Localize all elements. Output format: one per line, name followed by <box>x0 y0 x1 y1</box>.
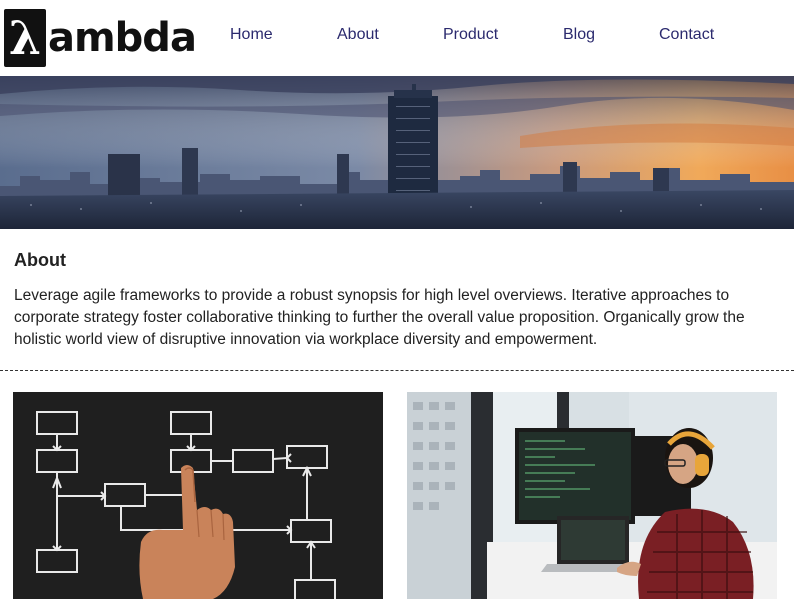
nav-home[interactable]: Home <box>230 26 273 44</box>
flowchart-hand-image <box>13 392 383 599</box>
about-paragraph: Leverage agile frameworks to provide a r… <box>14 287 745 348</box>
nav-blog[interactable]: Blog <box>563 26 595 44</box>
section-divider <box>0 370 794 371</box>
city-skyline-image <box>0 76 794 229</box>
hero-banner-image <box>0 76 794 229</box>
nav-product[interactable]: Product <box>443 26 498 44</box>
flowchart-illustration <box>13 392 383 599</box>
nav-contact[interactable]: Contact <box>659 26 714 44</box>
site-header: λ ambda Home About Product Blog Contact <box>0 0 800 76</box>
developer-image <box>407 392 777 599</box>
developer-illustration <box>407 392 777 599</box>
nav-about[interactable]: About <box>337 26 379 44</box>
main-nav: Home About Product Blog Contact <box>0 26 800 50</box>
about-heading: About <box>14 250 66 270</box>
